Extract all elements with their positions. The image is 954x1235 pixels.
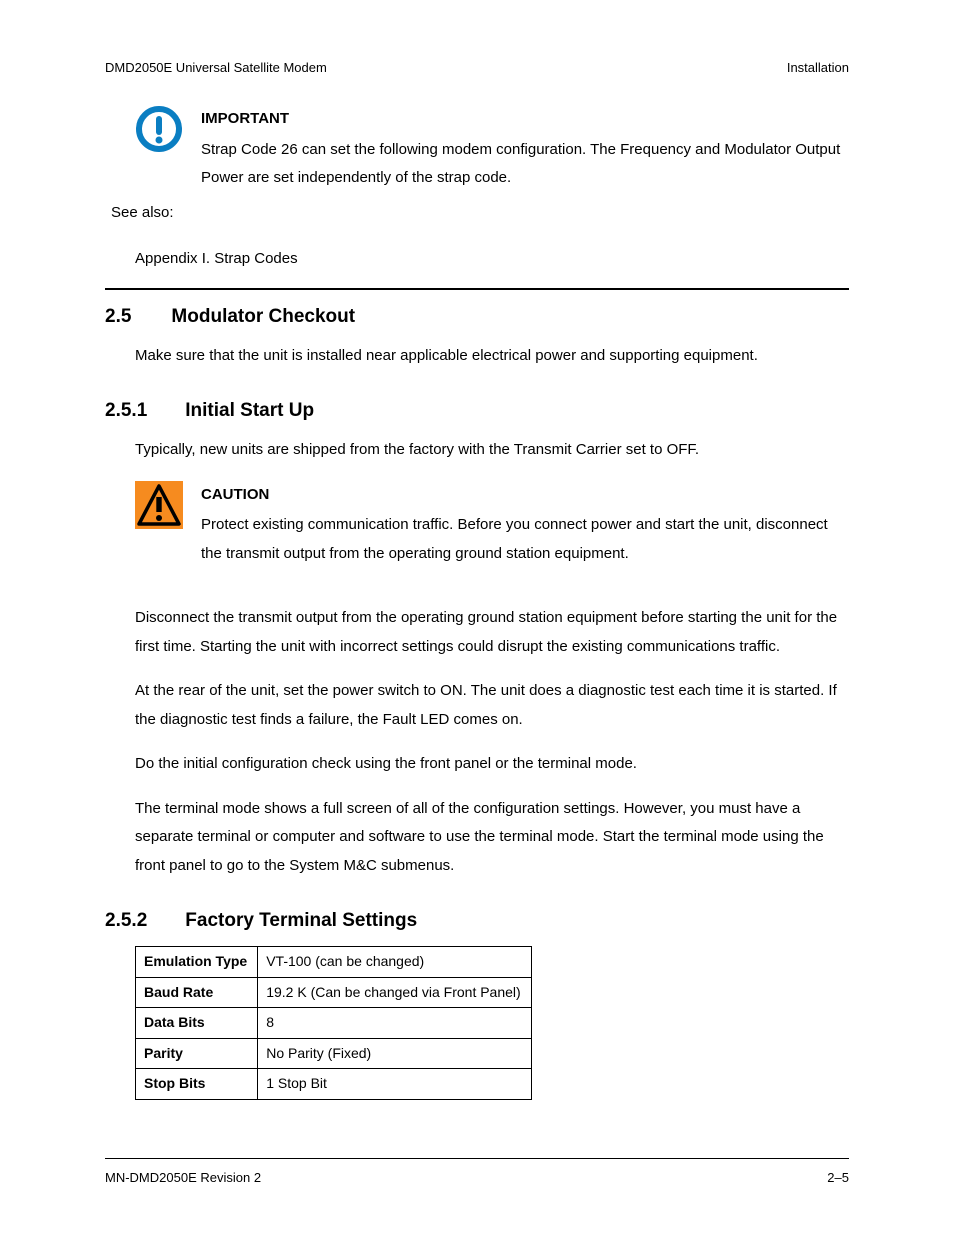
- caution-body: Protect existing communication traffic. …: [201, 511, 849, 568]
- table-row: Baud Rate 19.2 K (Can be changed via Fro…: [136, 977, 532, 1008]
- caution-text: CAUTION Protect existing communication t…: [201, 481, 849, 569]
- paragraph: The terminal mode shows a full screen of…: [135, 795, 849, 881]
- setting-value: No Parity (Fixed): [258, 1038, 532, 1069]
- header-right: Installation: [787, 60, 849, 75]
- important-body: Strap Code 26 can set the following mode…: [201, 136, 849, 193]
- heading-2-5-1: 2.5.1 Initial Start Up: [105, 400, 849, 422]
- setting-value: 8: [258, 1008, 532, 1039]
- paragraph: Make sure that the unit is installed nea…: [135, 342, 849, 371]
- see-also-label: See also:: [111, 199, 849, 228]
- section-divider: [105, 288, 849, 290]
- terminal-settings-table: Emulation Type VT-100 (can be changed) B…: [135, 946, 532, 1100]
- paragraph: Disconnect the transmit output from the …: [135, 604, 849, 661]
- setting-label: Data Bits: [136, 1008, 258, 1039]
- heading-2-5: 2.5 Modulator Checkout: [105, 306, 849, 328]
- table-row: Data Bits 8: [136, 1008, 532, 1039]
- paragraph: Do the initial configuration check using…: [135, 750, 849, 779]
- content-area: IMPORTANT Strap Code 26 can set the foll…: [105, 105, 849, 1100]
- heading-title: Initial Start Up: [185, 400, 314, 422]
- heading-number: 2.5.1: [105, 400, 147, 422]
- page-footer: MN-DMD2050E Revision 2 2–5: [105, 1170, 849, 1185]
- heading-title: Factory Terminal Settings: [185, 910, 417, 932]
- heading-number: 2.5: [105, 306, 131, 328]
- important-title: IMPORTANT: [201, 105, 849, 134]
- important-icon: [135, 105, 183, 153]
- setting-value: VT-100 (can be changed): [258, 947, 532, 978]
- setting-value: 19.2 K (Can be changed via Front Panel): [258, 977, 532, 1008]
- table-row: Emulation Type VT-100 (can be changed): [136, 947, 532, 978]
- caution-title: CAUTION: [201, 481, 849, 510]
- setting-label: Emulation Type: [136, 947, 258, 978]
- setting-label: Baud Rate: [136, 977, 258, 1008]
- page-header: DMD2050E Universal Satellite Modem Insta…: [105, 60, 849, 75]
- important-text: IMPORTANT Strap Code 26 can set the foll…: [201, 105, 849, 193]
- caution-icon: [135, 481, 183, 529]
- paragraph: Typically, new units are shipped from th…: [135, 436, 849, 465]
- setting-value: 1 Stop Bit: [258, 1069, 532, 1100]
- important-block: IMPORTANT Strap Code 26 can set the foll…: [135, 105, 849, 193]
- heading-2-5-2: 2.5.2 Factory Terminal Settings: [105, 910, 849, 932]
- paragraph: At the rear of the unit, set the power s…: [135, 677, 849, 734]
- table-row: Parity No Parity (Fixed): [136, 1038, 532, 1069]
- header-left: DMD2050E Universal Satellite Modem: [105, 60, 327, 75]
- appendix-reference: Appendix I. Strap Codes: [135, 245, 849, 274]
- footer-divider: [105, 1158, 849, 1159]
- footer-right: 2–5: [827, 1170, 849, 1185]
- heading-title: Modulator Checkout: [171, 306, 355, 328]
- page: DMD2050E Universal Satellite Modem Insta…: [0, 0, 954, 1235]
- setting-label: Stop Bits: [136, 1069, 258, 1100]
- table-row: Stop Bits 1 Stop Bit: [136, 1069, 532, 1100]
- setting-label: Parity: [136, 1038, 258, 1069]
- heading-number: 2.5.2: [105, 910, 147, 932]
- footer-left: MN-DMD2050E Revision 2: [105, 1170, 261, 1185]
- caution-block: CAUTION Protect existing communication t…: [135, 481, 849, 569]
